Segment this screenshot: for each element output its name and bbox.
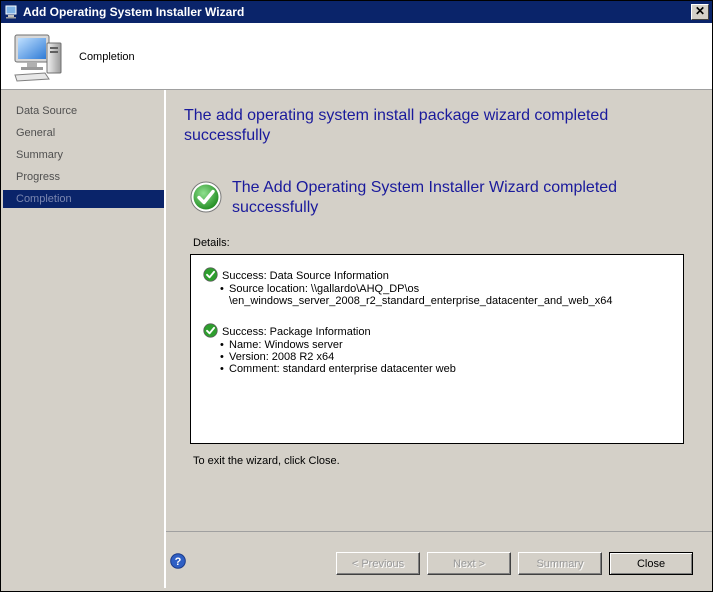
list-item: Name: Windows server bbox=[220, 339, 673, 351]
wizard-app-icon bbox=[5, 5, 17, 19]
list-item-continuation: \en_windows_server_2008_r2_standard_ente… bbox=[229, 295, 613, 307]
detail-section-data-source: Success: Data Source Information Source … bbox=[203, 267, 673, 307]
detail-section-package: Success: Package Information Name: Windo… bbox=[203, 323, 673, 375]
detail-list: Name: Windows server Version: 2008 R2 x6… bbox=[203, 339, 673, 375]
computer-icon bbox=[14, 34, 62, 82]
wizard-window: Add Operating System Installer Wizard ✕ bbox=[0, 0, 713, 592]
title-bar[interactable]: Add Operating System Installer Wizard ✕ bbox=[1, 1, 712, 23]
wizard-navigation: Data Source General Summary Progress Com… bbox=[3, 90, 166, 588]
summary-button[interactable]: Summary bbox=[518, 552, 602, 575]
detail-list: Source location: \\gallardo\AHQ_DP\os bbox=[203, 283, 673, 295]
success-check-icon bbox=[203, 323, 218, 338]
success-check-icon bbox=[190, 181, 222, 213]
previous-button[interactable]: < Previous bbox=[336, 552, 420, 575]
nav-item-completion[interactable]: Completion bbox=[3, 190, 164, 208]
wizard-footer: ? < Previous Next > Summary Close bbox=[166, 531, 712, 591]
nav-item-summary[interactable]: Summary bbox=[3, 146, 164, 164]
list-item: Source location: \\gallardo\AHQ_DP\os bbox=[220, 283, 673, 295]
success-check-icon bbox=[203, 267, 218, 282]
page-title: Completion bbox=[79, 51, 135, 63]
details-label: Details: bbox=[193, 237, 230, 249]
window-close-button[interactable]: ✕ bbox=[691, 4, 709, 20]
detail-heading: Success: Data Source Information bbox=[203, 267, 673, 283]
detail-heading: Success: Package Information bbox=[203, 323, 673, 339]
wizard-header: Completion bbox=[1, 23, 712, 90]
detail-heading-text: Success: Data Source Information bbox=[222, 270, 389, 282]
close-button[interactable]: Close bbox=[609, 552, 693, 575]
exit-instruction: To exit the wizard, click Close. bbox=[193, 455, 340, 467]
list-item: Version: 2008 R2 x64 bbox=[220, 351, 673, 363]
nav-item-data-source[interactable]: Data Source bbox=[3, 102, 164, 120]
details-box[interactable]: Success: Data Source Information Source … bbox=[190, 254, 684, 444]
main-heading: The add operating system install package… bbox=[184, 107, 609, 144]
nav-item-progress[interactable]: Progress bbox=[3, 168, 164, 186]
completion-panel: The add operating system install package… bbox=[166, 90, 712, 531]
next-button[interactable]: Next > bbox=[427, 552, 511, 575]
close-icon: ✕ bbox=[694, 4, 706, 18]
help-icon[interactable]: ? bbox=[170, 553, 186, 569]
svg-text:?: ? bbox=[175, 556, 182, 568]
list-item: Comment: standard enterprise datacenter … bbox=[220, 363, 673, 375]
window-title: Add Operating System Installer Wizard bbox=[23, 5, 245, 19]
detail-heading-text: Success: Package Information bbox=[222, 326, 371, 338]
nav-item-general[interactable]: General bbox=[3, 124, 164, 142]
sub-heading: The Add Operating System Installer Wizar… bbox=[232, 179, 618, 216]
